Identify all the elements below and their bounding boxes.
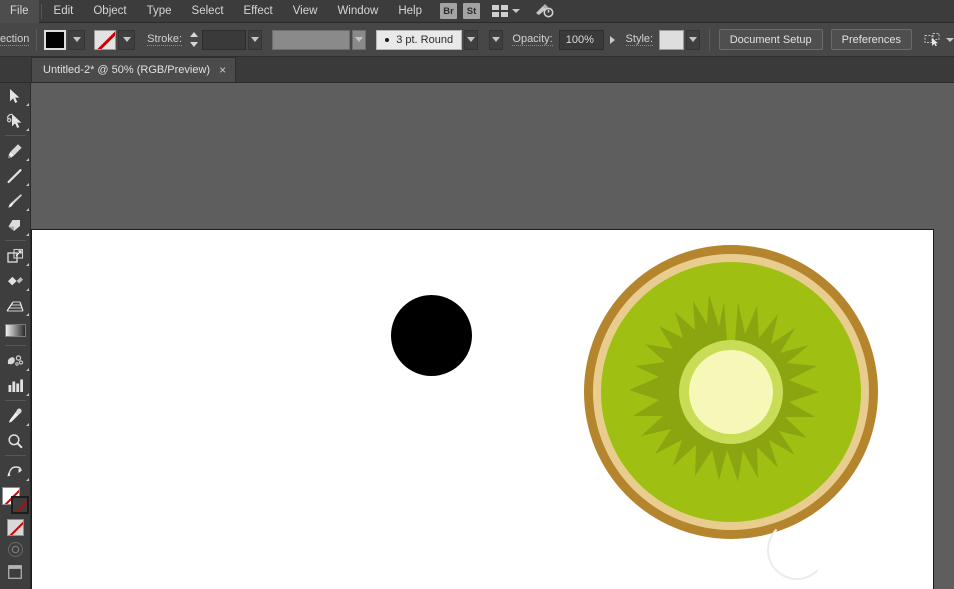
canvas-work-area[interactable] — [31, 83, 954, 589]
chevron-down-icon — [512, 9, 520, 13]
close-icon[interactable]: × — [219, 64, 226, 76]
control-divider — [36, 28, 38, 51]
free-transform-tool[interactable] — [0, 243, 31, 268]
document-tab[interactable]: Untitled-2* @ 50% (RGB/Preview) × — [31, 57, 237, 82]
stroke-label: Stroke: — [147, 33, 183, 46]
menu-divider — [40, 3, 42, 19]
document-setup-button[interactable]: Document Setup — [718, 29, 823, 50]
fill-color-group[interactable] — [44, 29, 86, 50]
tool-divider-2 — [4, 240, 26, 241]
fill-color-swatch[interactable] — [44, 29, 67, 50]
opacity-label: Opacity: — [512, 33, 553, 46]
selection-tool[interactable] — [0, 83, 31, 108]
width-profile-dropdown[interactable] — [271, 29, 351, 50]
brush-definition-dropdown[interactable]: 3 pt. Round — [376, 29, 463, 50]
faint-arc-outline — [767, 520, 827, 580]
menu-item-view[interactable]: View — [283, 0, 328, 23]
stroke-dropdown-arrow-icon[interactable] — [118, 29, 136, 50]
gradient-tool[interactable] — [0, 318, 31, 343]
illustrator-window: File Edit Object Type Select Effect View… — [0, 0, 954, 589]
blend-tool[interactable] — [0, 458, 31, 483]
style-dropdown-arrow-icon[interactable] — [685, 29, 700, 50]
stroke-weight-input[interactable] — [201, 29, 246, 50]
control-bar: ection Stroke: 3 pt. Round Opacity: 100% — [0, 23, 954, 57]
fill-stroke-indicator[interactable] — [1, 487, 29, 514]
pen-tool[interactable] — [0, 138, 31, 163]
preferences-button[interactable]: Preferences — [830, 29, 912, 50]
search-adobe-icon[interactable] — [534, 3, 554, 19]
workspace-switcher-button[interactable] — [492, 5, 520, 17]
stepper-up-icon[interactable] — [190, 32, 199, 37]
menu-item-help[interactable]: Help — [388, 0, 432, 23]
zoom-tool[interactable] — [0, 428, 31, 453]
symbol-sprayer-tool[interactable] — [0, 348, 31, 373]
perspective-grid-tool[interactable] — [0, 293, 31, 318]
opacity-input[interactable]: 100% — [558, 29, 604, 50]
stock-icon[interactable]: St — [463, 3, 480, 19]
select-similar-chevron-down-icon[interactable] — [945, 37, 954, 42]
shape-builder-tool[interactable] — [0, 268, 31, 293]
menu-item-select[interactable]: Select — [182, 0, 234, 23]
eraser-tool[interactable] — [0, 213, 31, 238]
stroke-weight-stepper[interactable] — [189, 30, 200, 50]
control-divider-2 — [708, 28, 710, 51]
workspace-grid-icon — [492, 5, 508, 17]
brush-definition-label: 3 pt. Round — [396, 33, 454, 46]
menu-bar: File Edit Object Type Select Effect View… — [0, 0, 954, 23]
column-graph-tool[interactable] — [0, 373, 31, 398]
opacity-expand-arrow-icon[interactable] — [609, 35, 615, 44]
active-tool-label: ection — [0, 33, 30, 46]
brush-dropdown-arrow-icon[interactable] — [464, 29, 479, 50]
menu-item-type[interactable]: Type — [137, 0, 182, 23]
document-tab-strip: Untitled-2* @ 50% (RGB/Preview) × — [0, 57, 954, 83]
document-tab-title: Untitled-2* @ 50% (RGB/Preview) — [43, 64, 211, 76]
menubar-right-group: Br St — [440, 3, 554, 19]
menu-item-edit[interactable]: Edit — [44, 0, 84, 23]
brush-preview-icon — [385, 37, 390, 42]
menu-item-effect[interactable]: Effect — [234, 0, 283, 23]
line-segment-tool[interactable] — [0, 163, 31, 188]
paintbrush-tool[interactable] — [0, 188, 31, 213]
kiwi-fruit-slice[interactable] — [583, 244, 879, 540]
tools-panel — [0, 83, 31, 589]
width-profile-dropdown-arrow-icon[interactable] — [352, 29, 367, 50]
fill-dropdown-arrow-icon[interactable] — [68, 29, 86, 50]
tool-divider-5 — [4, 455, 26, 456]
black-circle[interactable] — [391, 295, 472, 376]
tool-divider — [4, 135, 26, 136]
stroke-weight-dropdown-arrow-icon[interactable] — [247, 29, 262, 50]
eyedropper-tool[interactable] — [0, 403, 31, 428]
draw-mode-button[interactable] — [7, 542, 23, 557]
menu-item-file[interactable]: File — [0, 0, 39, 23]
gradient-swatch-icon — [4, 324, 26, 337]
artboard[interactable] — [31, 229, 934, 589]
graphic-style-swatch[interactable] — [659, 29, 684, 50]
screen-mode-button[interactable] — [8, 565, 22, 584]
none-color-swatch[interactable] — [6, 519, 24, 536]
stroke-swatch-none[interactable] — [10, 496, 29, 514]
select-similar-objects-icon — [924, 32, 940, 46]
stepper-down-icon[interactable] — [190, 42, 199, 47]
stroke-color-group[interactable] — [94, 29, 136, 50]
menu-item-window[interactable]: Window — [327, 0, 388, 23]
select-similar-objects-button[interactable] — [924, 32, 954, 48]
style-label: Style: — [625, 33, 654, 46]
direct-selection-tool[interactable] — [0, 108, 31, 133]
bridge-icon[interactable]: Br — [440, 3, 457, 19]
tool-divider-3 — [4, 345, 26, 346]
stroke-color-swatch-none[interactable] — [94, 29, 117, 50]
tool-divider-4 — [4, 400, 26, 401]
menu-item-object[interactable]: Object — [83, 0, 136, 23]
opacity-panel-arrow-icon[interactable] — [489, 29, 504, 50]
